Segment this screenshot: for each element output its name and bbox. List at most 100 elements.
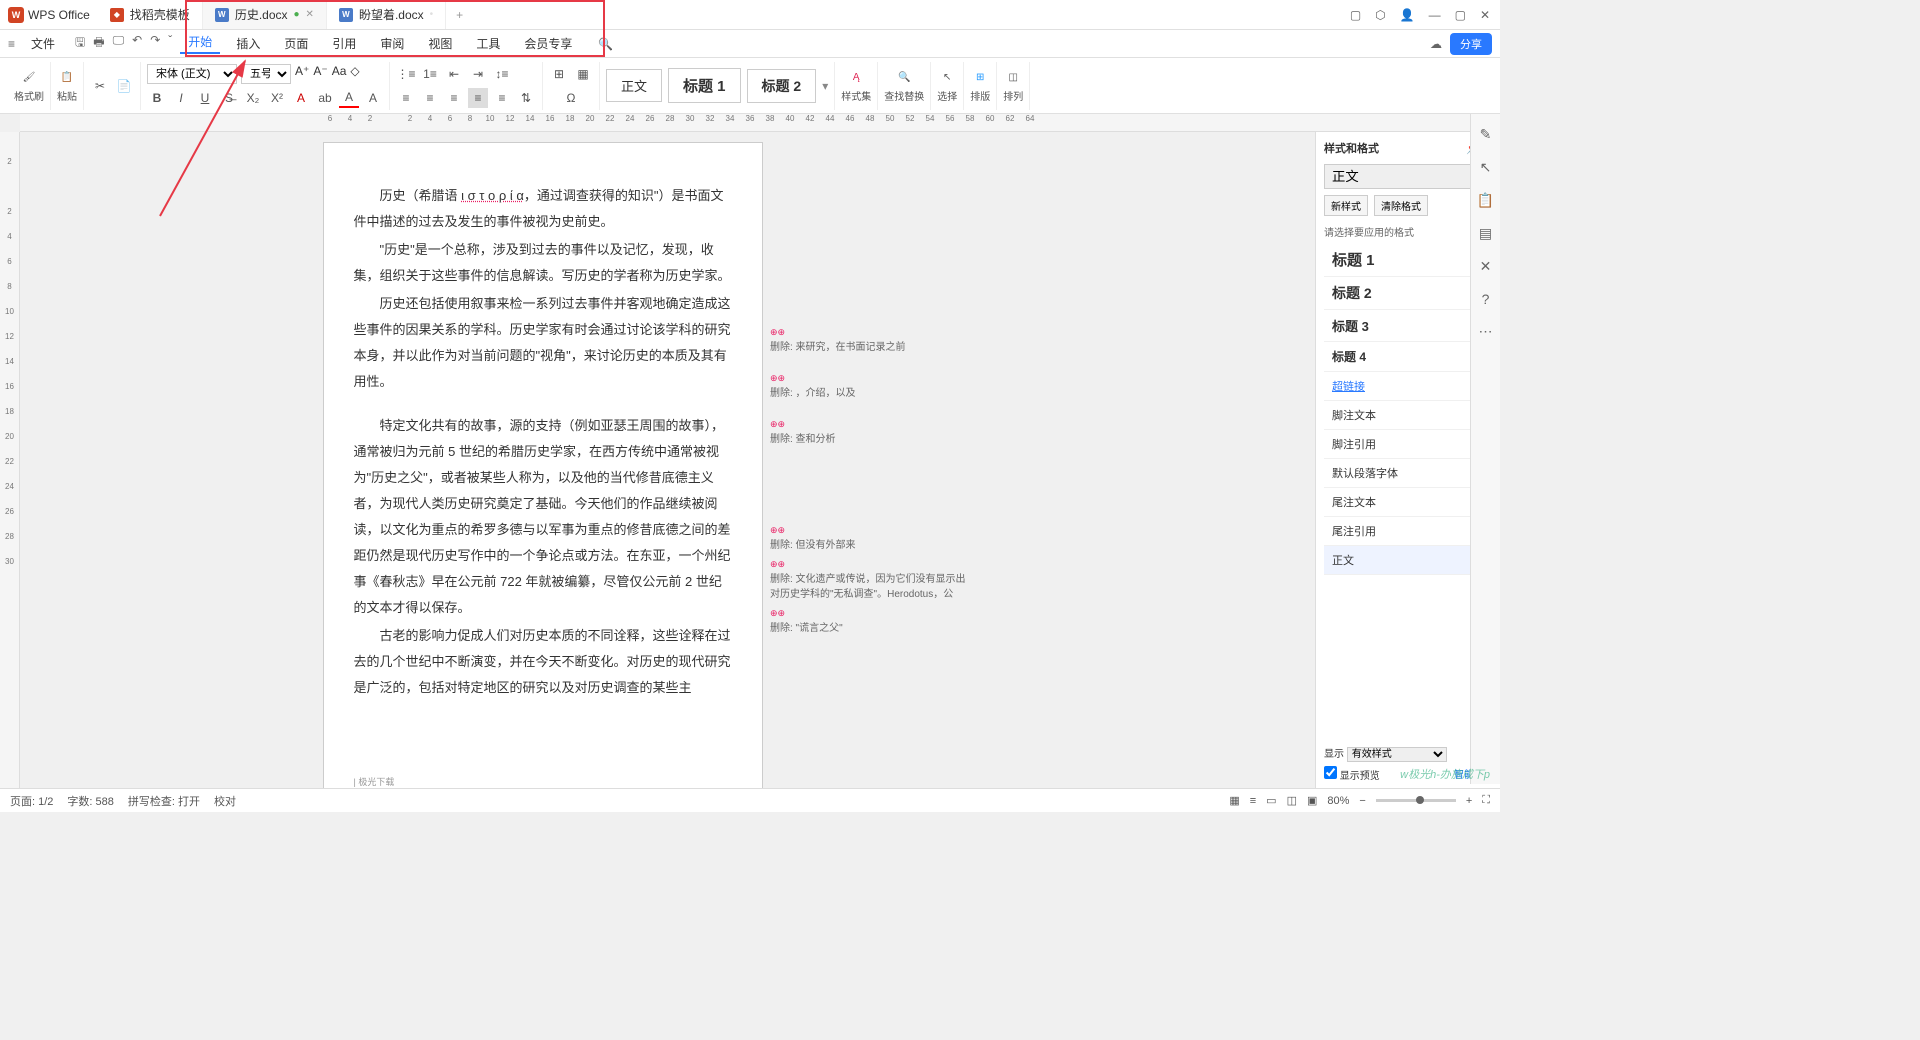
align-center-icon[interactable]: ≡ (420, 88, 440, 108)
border-icon[interactable]: ⊞ (549, 64, 569, 84)
zoom-in-icon[interactable]: + (1466, 795, 1472, 807)
style-item-endref[interactable]: 尾注引用a (1324, 517, 1492, 546)
tab-doc1[interactable]: W 历史.docx ● ✕ (203, 1, 327, 29)
window-icon[interactable]: ▢ (1350, 8, 1361, 22)
layout-button[interactable]: ⊞排版 (970, 68, 990, 103)
view-print-icon[interactable]: ▦ (1229, 794, 1239, 807)
print-icon[interactable]: 🖶 (93, 33, 104, 54)
paragraph[interactable]: "历史"是一个总称，涉及到过去的事件以及记忆，发现，收集，组织关于这些事件的信息… (354, 237, 732, 289)
comment-icon[interactable]: ⊕⊕ (770, 419, 970, 430)
redo-icon[interactable]: ↷ (150, 33, 160, 54)
menu-file[interactable]: 文件 (23, 35, 63, 52)
style-more-icon[interactable]: ▾ (822, 79, 828, 93)
select-arrow-icon[interactable]: ↖ (1480, 159, 1492, 176)
menu-insert[interactable]: 插入 (228, 35, 268, 52)
align-left-icon[interactable]: ≡ (396, 88, 416, 108)
layers-icon[interactable]: ▤ (1479, 225, 1492, 242)
vertical-ruler[interactable]: 224681012141618202224262830 (0, 132, 20, 802)
numbering-icon[interactable]: 1≡ (420, 64, 440, 84)
status-proof[interactable]: 校对 (214, 793, 236, 809)
menu-tools[interactable]: 工具 (468, 35, 508, 52)
menu-review[interactable]: 审阅 (372, 35, 412, 52)
font-name-select[interactable]: 宋体 (正文) (147, 64, 237, 84)
help-icon[interactable]: ? (1482, 291, 1490, 307)
close-icon[interactable]: • (430, 9, 434, 20)
clear-format-button[interactable]: 清除格式 (1374, 195, 1428, 216)
style-item-link[interactable]: 超链接a (1324, 372, 1492, 401)
style-item-footnote[interactable]: 脚注文本↵ (1324, 401, 1492, 430)
zoom-value[interactable]: 80% (1327, 795, 1349, 807)
find-button[interactable]: 🔍查找替换 (884, 68, 924, 103)
close-icon[interactable]: ✕ (306, 9, 314, 20)
horizontal-ruler[interactable]: 6422468101214161820222426283032343638404… (20, 114, 1500, 132)
paragraph[interactable]: 特定文化共有的故事，源的支持（例如亚瑟王周围的故事），通常被归为元前 5 世纪的… (354, 413, 732, 621)
comment-icon[interactable]: ⊕⊕ (770, 525, 970, 536)
fit-icon[interactable]: ⛶ (1482, 794, 1490, 807)
new-tab-button[interactable]: + (446, 8, 473, 22)
style-h2[interactable]: 标题 2 (747, 69, 817, 103)
document-page[interactable]: 历史（希腊语 ι σ τ ο ρ ί α，通过调查获得的知识"）是书面文件中描述… (323, 142, 763, 802)
style-body[interactable]: 正文 (606, 69, 662, 102)
comment-text[interactable]: 删除: ，介绍，以及 (770, 388, 856, 399)
clipboard-icon[interactable]: 📋 (1477, 192, 1494, 209)
shading-icon[interactable]: A (363, 88, 383, 108)
menu-view[interactable]: 视图 (420, 35, 460, 52)
save-icon[interactable]: 🖫 (75, 33, 85, 54)
highlight-icon[interactable]: ab (315, 88, 335, 108)
status-spell[interactable]: 拼写检查: 打开 (128, 793, 200, 809)
style-item-h1[interactable]: 标题 1↵ (1324, 243, 1492, 277)
outdent-icon[interactable]: ⇤ (444, 64, 464, 84)
zoom-slider[interactable] (1376, 799, 1456, 802)
share-button[interactable]: 分享 (1450, 33, 1492, 55)
menu-hamburger-icon[interactable]: ≡ (8, 37, 15, 51)
line-spacing-icon[interactable]: ↕≡ (492, 64, 512, 84)
comment-icon[interactable]: ⊕⊕ (770, 559, 970, 570)
underline-icon[interactable]: U (195, 88, 215, 108)
paragraph[interactable]: 历史还包括使用叙事来检一系列过去事件并客观地确定造成这些事件的因果关系的学科。历… (354, 291, 732, 395)
arrange-button[interactable]: ◫排列 (1003, 68, 1023, 103)
tools-icon[interactable]: ✕ (1480, 258, 1492, 275)
font-color-icon[interactable]: A (291, 88, 311, 108)
preview-checkbox[interactable]: 显示预览 (1324, 771, 1380, 782)
chevron-down-icon[interactable]: ˇ (168, 33, 172, 54)
subscript-icon[interactable]: X₂ (243, 88, 263, 108)
tab-template[interactable]: ◆ 找稻壳模板 (98, 1, 203, 29)
superscript-icon[interactable]: X² (267, 88, 287, 108)
paragraph[interactable]: 古老的影响力促成人们对历史本质的不同诠释，这些诠释在过去的几个世纪中不断演变，并… (354, 623, 732, 701)
styles-button[interactable]: Ą样式集 (841, 68, 871, 103)
cut-icon[interactable]: ✂ (90, 76, 110, 96)
style-h1[interactable]: 标题 1 (668, 68, 741, 103)
paragraph[interactable]: 历史（希腊语 ι σ τ ο ρ ί α，通过调查获得的知识"）是书面文件中描述… (354, 183, 732, 235)
format-brush-button[interactable]: 🖌格式刷 (14, 68, 44, 103)
menu-page[interactable]: 页面 (276, 35, 316, 52)
style-item-h2[interactable]: 标题 2↵ (1324, 277, 1492, 310)
zoom-out-icon[interactable]: − (1359, 795, 1365, 807)
view-web-icon[interactable]: ▭ (1266, 794, 1276, 807)
view-focus-icon[interactable]: ▣ (1307, 794, 1317, 807)
show-select[interactable]: 有效样式 (1347, 747, 1447, 762)
menu-ref[interactable]: 引用 (324, 35, 364, 52)
italic-icon[interactable]: I (171, 88, 191, 108)
bold-icon[interactable]: B (147, 88, 167, 108)
search-icon[interactable]: 🔍 (598, 37, 613, 51)
align-right-icon[interactable]: ≡ (444, 88, 464, 108)
status-page[interactable]: 页面: 1/2 (10, 793, 53, 809)
comment-icon[interactable]: ⊕⊕ (770, 608, 970, 619)
shrink-font-icon[interactable]: A⁻ (313, 64, 327, 84)
user-icon[interactable]: 👤 (1400, 8, 1415, 22)
maximize-icon[interactable]: ▢ (1455, 8, 1466, 22)
fill-icon[interactable]: ▦ (573, 64, 593, 84)
cloud-icon[interactable]: ☁ (1430, 37, 1442, 51)
style-item-h4[interactable]: 标题 4↵ (1324, 342, 1492, 372)
indent-icon[interactable]: ⇥ (468, 64, 488, 84)
style-item-endnote[interactable]: 尾注文本↵ (1324, 488, 1492, 517)
style-item-default-font[interactable]: 默认段落字体a (1324, 459, 1492, 488)
view-outline-icon[interactable]: ≡ (1250, 795, 1256, 807)
comment-icon[interactable]: ⊕⊕ (770, 327, 970, 338)
font-size-select[interactable]: 五号 (241, 64, 291, 84)
status-words[interactable]: 字数: 588 (67, 793, 113, 809)
justify-icon[interactable]: ≡ (468, 88, 488, 108)
minimize-icon[interactable]: — (1429, 8, 1441, 22)
new-style-button[interactable]: 新样式 (1324, 195, 1368, 216)
menu-vip[interactable]: 会员专享 (516, 35, 580, 52)
